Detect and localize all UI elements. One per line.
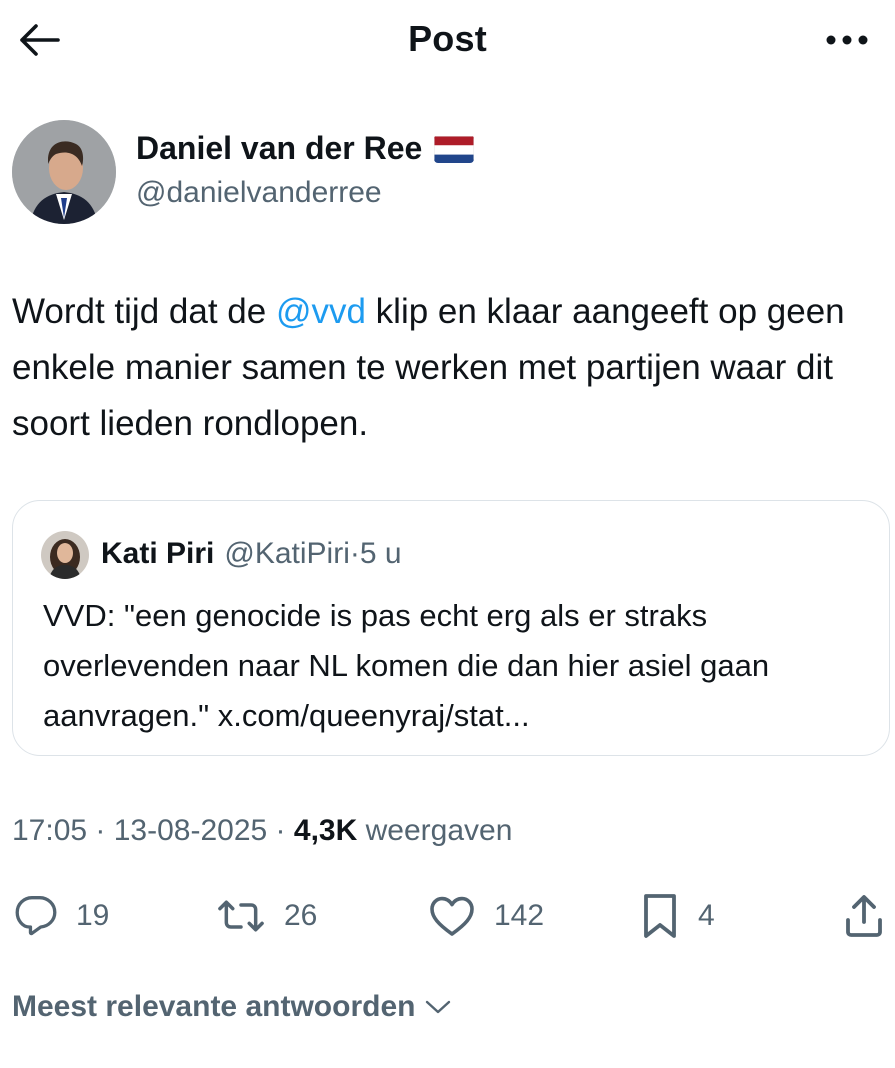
like-button[interactable]: 142 [428,886,544,946]
heart-icon [430,896,474,936]
share-icon [846,895,882,937]
meta-separator: · [267,814,294,847]
bookmark-button[interactable]: 4 [640,886,715,946]
more-horizontal-icon [826,35,868,45]
quote-author-name[interactable]: Kati Piri [101,537,214,571]
quote-text: VVD: "een genocide is pas echt erg als e… [43,598,770,733]
top-bar: Post [0,0,895,80]
quote-author-handle[interactable]: @KatiPiri [224,537,349,571]
post-text-start: Wordt tijd dat de [12,292,276,331]
reply-button[interactable]: 19 [14,886,109,946]
reply-icon [15,896,57,936]
quote-header: Kati Piri @KatiPiri · 5 u [101,537,402,571]
more-button[interactable] [819,22,875,58]
reply-count: 19 [76,899,110,932]
views-label: weergaven [365,814,513,847]
sort-label: Meest relevante antwoorden [12,990,416,1023]
mention-link[interactable]: @vvd [276,292,366,331]
author-handle[interactable]: @danielvanderree [136,176,382,210]
quote-time: 5 u [359,537,402,570]
repost-button[interactable]: 26 [216,886,317,946]
bookmark-count: 4 [698,899,715,932]
quoted-post-card[interactable]: Kati Piri @KatiPiri · 5 u VVD: "een geno… [12,500,890,756]
author-avatar-image [12,120,116,224]
repost-count: 26 [284,899,318,932]
repost-icon [218,900,264,932]
post-meta-row: 17:05 · 13-08-2025 · 4,3K weergaven [12,814,512,848]
reply-sort-dropdown[interactable]: Meest relevante antwoorden [12,990,451,1024]
quote-separator: · [349,537,360,570]
share-button[interactable] [844,886,884,946]
author-name-text: Daniel van der Ree [136,130,423,166]
post-date: 13-08-2025 [113,814,268,847]
chevron-down-icon [426,1000,451,1014]
meta-separator: · [87,814,114,847]
action-bar: 19 26 142 4 [0,886,895,946]
views-count[interactable]: 4,3K [294,814,357,847]
page-title: Post [408,18,487,59]
author-name[interactable]: Daniel van der Ree [136,130,475,167]
bookmark-icon [644,894,676,938]
post-text: Wordt tijd dat de @vvd klip en klaar aan… [12,284,882,452]
post-time: 17:05 [12,814,88,847]
netherlands-flag-icon [434,135,475,163]
quote-avatar [41,531,89,579]
author-avatar[interactable] [12,120,116,224]
like-count: 142 [494,899,545,932]
